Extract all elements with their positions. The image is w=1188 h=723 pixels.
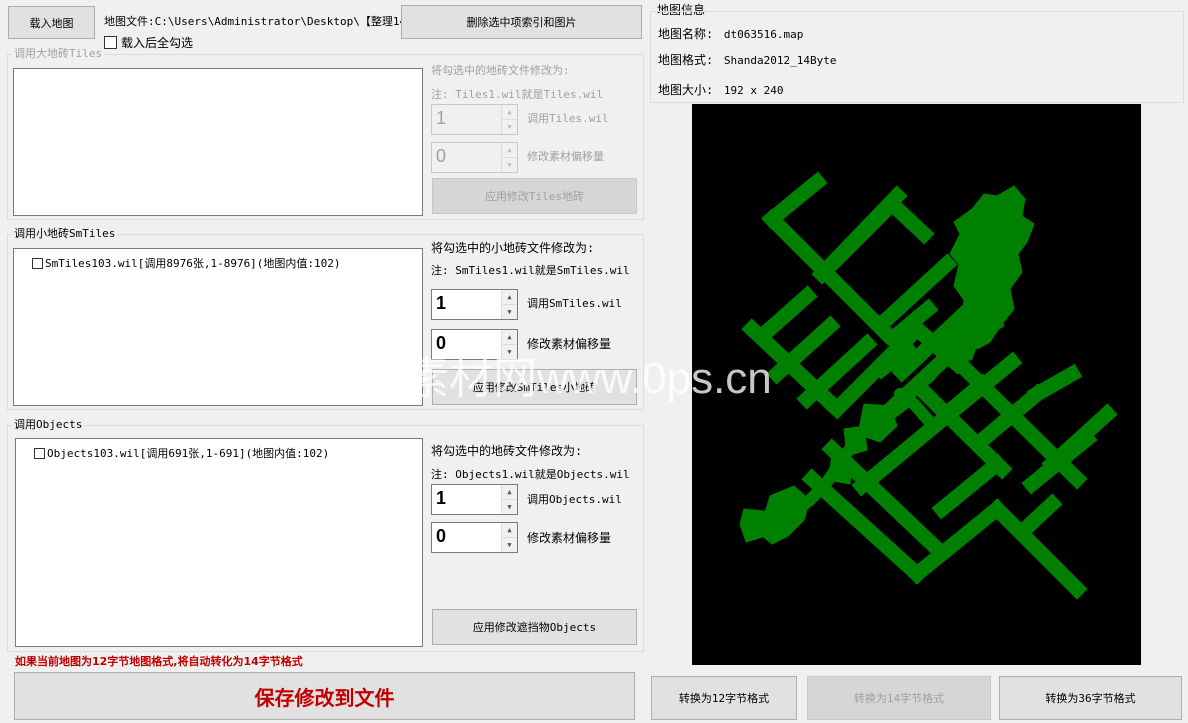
tiles-modify-to-label: 将勾选中的地砖文件修改为: (431, 64, 570, 77)
smtiles-note: 注: SmTiles1.wil就是SmTiles.wil (431, 264, 630, 277)
load-map-button[interactable]: 载入地图 (8, 6, 95, 39)
objects-listbox[interactable]: Objects103.wil[调用691张,1-691](地图内值:102) (15, 438, 423, 647)
tiles-file-index-value[interactable]: 1 (436, 108, 446, 129)
spin-down-icon[interactable]: ▼ (502, 537, 517, 552)
map-name-value: dt063516.map (723, 28, 804, 41)
map-size-row: 地图大小: 192 x 240 (658, 83, 783, 98)
objects-offset-label: 修改素材偏移量 (527, 531, 612, 545)
apply-objects-button[interactable]: 应用修改遮挡物Objects (432, 609, 637, 645)
map-name-row: 地图名称: dt063516.map (658, 27, 803, 42)
convert-12byte-button[interactable]: 转换为12字节格式 (651, 676, 797, 720)
tiles-file-index-spinner[interactable]: 1 ▲ ▼ (431, 104, 518, 135)
smtiles-file-index-value[interactable]: 1 (436, 293, 446, 314)
spin-up-icon[interactable]: ▲ (502, 143, 517, 157)
smtiles-file-index-spinner[interactable]: 1 ▲ ▼ (431, 289, 518, 320)
objects-offset-arrows: ▲ ▼ (501, 523, 517, 552)
objects-file-index-spinner[interactable]: 1 ▲ ▼ (431, 484, 518, 515)
map-size-value: 192 x 240 (723, 84, 784, 97)
save-to-file-button[interactable]: 保存修改到文件 (14, 672, 635, 720)
convert-14byte-button[interactable]: 转换为14字节格式 (807, 676, 991, 720)
smtiles-modify-to-label: 将勾选中的小地砖文件修改为: (431, 241, 595, 255)
smtiles-offset-spinner[interactable]: 0 ▲ ▼ (431, 329, 518, 360)
spin-up-icon[interactable]: ▲ (502, 523, 517, 537)
tiles-offset-value[interactable]: 0 (436, 146, 446, 167)
tiles-file-index-label: 调用Tiles.wil (527, 112, 609, 125)
map-size-label: 地图大小: (658, 83, 714, 97)
list-item[interactable]: SmTiles103.wil[调用8976张,1-8976](地图内值:102) (32, 255, 341, 271)
tiles-group-title: 调用大地砖Tiles (12, 47, 105, 61)
list-item[interactable]: Objects103.wil[调用691张,1-691](地图内值:102) (34, 445, 329, 461)
objects-offset-spinner[interactable]: 0 ▲ ▼ (431, 522, 518, 553)
select-all-checkbox[interactable]: 载入后全勾选 (104, 34, 193, 51)
list-item-label: SmTiles103.wil[调用8976张,1-8976](地图内值:102) (45, 257, 341, 270)
smtiles-offset-arrows: ▲ ▼ (501, 330, 517, 359)
spin-up-icon[interactable]: ▲ (502, 330, 517, 344)
map-preview[interactable] (692, 104, 1141, 665)
map-name-label: 地图名称: (658, 27, 714, 41)
spin-down-icon[interactable]: ▼ (502, 499, 517, 514)
smtiles-group-title: 调用小地砖SmTiles (12, 227, 118, 241)
map-format-row: 地图格式: Shanda2012_14Byte (658, 53, 836, 68)
select-all-label: 载入后全勾选 (121, 36, 194, 50)
format-warning: 如果当前地图为12字节地图格式,将自动转化为14字节格式 (15, 655, 303, 668)
list-item-checkbox[interactable] (34, 447, 45, 459)
tiles-listbox[interactable] (13, 68, 423, 216)
smtiles-offset-label: 修改素材偏移量 (527, 337, 612, 351)
objects-file-index-label: 调用Objects.wil (527, 493, 622, 506)
smtiles-file-index-label: 调用SmTiles.wil (527, 297, 622, 310)
objects-offset-value[interactable]: 0 (436, 526, 446, 547)
map-file-path: 地图文件:C:\Users\Administrator\Desktop\【整理1… (104, 15, 418, 28)
smtiles-listbox[interactable]: SmTiles103.wil[调用8976张,1-8976](地图内值:102) (13, 248, 423, 406)
spin-down-icon[interactable]: ▼ (502, 157, 517, 172)
list-item-label: Objects103.wil[调用691张,1-691](地图内值:102) (47, 447, 330, 460)
objects-group-title: 调用Objects (12, 418, 85, 432)
objects-file-index-value[interactable]: 1 (436, 488, 446, 509)
checkbox-box[interactable] (104, 36, 117, 49)
delete-selected-button[interactable]: 删除选中项索引和图片 (401, 5, 642, 39)
map-preview-image (739, 171, 1118, 600)
spin-up-icon[interactable]: ▲ (502, 290, 517, 304)
map-format-value: Shanda2012_14Byte (723, 54, 837, 67)
spin-up-icon[interactable]: ▲ (502, 485, 517, 499)
list-item-checkbox[interactable] (32, 257, 43, 269)
apply-smtiles-button[interactable]: 应用修改SmTiles小地砖 (432, 369, 637, 405)
apply-tiles-button[interactable]: 应用修改Tiles地砖 (432, 178, 637, 214)
smtiles-file-index-arrows: ▲ ▼ (501, 290, 517, 319)
tiles-offset-arrows: ▲ ▼ (501, 143, 517, 172)
convert-36byte-button[interactable]: 转换为36字节格式 (999, 676, 1182, 720)
map-format-label: 地图格式: (658, 53, 714, 67)
tiles-note: 注: Tiles1.wil就是Tiles.wil (431, 88, 604, 101)
tiles-file-index-arrows: ▲ ▼ (501, 105, 517, 134)
objects-note: 注: Objects1.wil就是Objects.wil (431, 468, 630, 481)
tiles-offset-label: 修改素材偏移量 (527, 150, 604, 163)
spin-up-icon[interactable]: ▲ (502, 105, 517, 119)
smtiles-offset-value[interactable]: 0 (436, 333, 446, 354)
tiles-offset-spinner[interactable]: 0 ▲ ▼ (431, 142, 518, 173)
objects-file-index-arrows: ▲ ▼ (501, 485, 517, 514)
spin-down-icon[interactable]: ▼ (502, 344, 517, 359)
spin-down-icon[interactable]: ▼ (502, 304, 517, 319)
objects-modify-to-label: 将勾选中的地砖文件修改为: (431, 444, 583, 458)
spin-down-icon[interactable]: ▼ (502, 119, 517, 134)
